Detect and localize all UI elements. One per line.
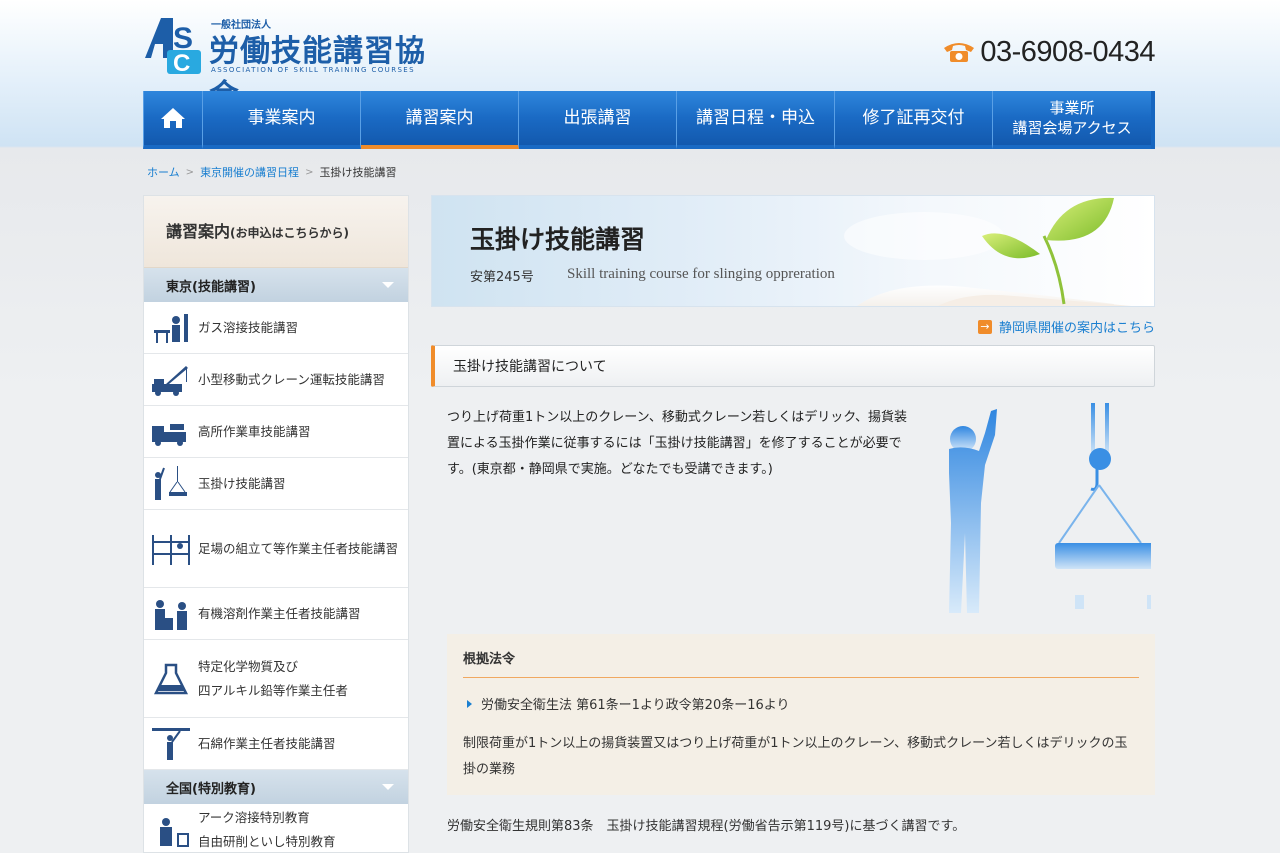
sidebar-item-label: 高所作業車技能講習 — [198, 423, 311, 439]
breadcrumb-home[interactable]: ホーム — [147, 164, 180, 180]
sidebar-item-slinging[interactable]: 玉掛け技能講習 — [144, 458, 408, 510]
sidebar-item-label-line2: 自由研削といし特別教育 — [198, 833, 336, 849]
sidebar-item-label-line1: アーク溶接特別教育 — [198, 809, 310, 825]
legal-basis-box: 根拠法令 労働安全衛生法 第61条ー1より政令第20条ー16より 制限荷重が1ト… — [447, 634, 1155, 795]
legal-basis-title: 根拠法令 — [463, 648, 1139, 678]
sidebar-item-label: 足場の組立て等作業主任者技能講習 — [198, 540, 399, 556]
welder-icon — [154, 313, 188, 343]
chevron-down-icon — [382, 784, 394, 790]
asc-logo-mark-icon: S C — [145, 18, 201, 74]
sidebar-title: 講習案内 — [166, 222, 231, 241]
sidebar-item-label-line1: 特定化学物質及び — [198, 658, 299, 674]
scaffold-icon — [152, 534, 190, 565]
sidebar-item-gas-welding[interactable]: ガス溶接技能講習 — [144, 302, 408, 354]
nav-business[interactable]: 事業案内 — [203, 91, 361, 149]
sidebar-item-organic-solvent[interactable]: 有機溶剤作業主任者技能講習 — [144, 588, 408, 640]
breadcrumb: ホーム > 東京開催の講習日程 > 玉掛け技能講習 — [147, 164, 396, 180]
bullet-arrow-icon — [467, 699, 472, 708]
phone-icon — [944, 43, 975, 62]
sidebar-item-label: 特定化学物質及び 四アルキル鉛等作業主任者 — [198, 655, 348, 703]
sidebar-category-label: 東京(技能講習) — [166, 279, 256, 295]
sidebar-item-scaffold[interactable]: 足場の組立て等作業主任者技能講習 — [144, 510, 408, 588]
sidebar-item-label: 石綿作業主任者技能講習 — [198, 735, 336, 751]
shizuoka-link-label: 静岡県開催の案内はこちら — [998, 321, 1155, 336]
sidebar-title-sub: (お申込はこちらから) — [230, 226, 349, 240]
org-name-en: ASSOCIATION OF SKILL TRAINING COURSES — [211, 66, 415, 74]
sidebar-item-label: 有機溶剤作業主任者技能講習 — [198, 605, 361, 621]
arc-welder-icon — [160, 817, 189, 847]
breadcrumb-sep: > — [305, 166, 314, 178]
nav-home[interactable] — [143, 91, 203, 149]
mobile-crane-icon — [152, 365, 188, 396]
sidebar-item-label: 小型移動式クレーン運転技能講習 — [198, 371, 385, 387]
sidebar-item-label: 玉掛け技能講習 — [198, 475, 286, 491]
slinging-illustration-image — [949, 403, 1151, 613]
course-number: 安第245号 — [470, 270, 534, 285]
sidebar-item-label: アーク溶接特別教育 自由研削といし特別教育 — [198, 806, 336, 853]
nav-access-line2: 講習会場アクセス — [1012, 119, 1132, 137]
intro-text: つり上げ荷重1トン以上のクレーン、移動式クレーン若しくはデリック、揚貨装置による… — [447, 410, 908, 477]
sidebar-item-arc-welding[interactable]: アーク溶接特別教育 自由研削といし特別教育 — [144, 804, 408, 853]
nav-courses[interactable]: 講習案内 — [361, 91, 519, 149]
asbestos-worker-icon — [152, 727, 190, 760]
site-logo[interactable]: S C 一般社団法人 労働技能講習協会 ASSOCIATION OF SKILL… — [143, 14, 453, 113]
svg-text:C: C — [173, 50, 190, 74]
regulation-note: 労働安全衛生規則第83条 玉掛け技能講習規程(労働省告示第119号)に基づく講習… — [447, 819, 966, 834]
nav-onsite[interactable]: 出張講習 — [519, 91, 677, 149]
aerial-truck-icon — [152, 423, 186, 446]
sidebar-item-label-line2: 四アルキル鉛等作業主任者 — [198, 682, 348, 698]
nav-access-line1: 事業所 — [1049, 99, 1095, 117]
breadcrumb-sep: > — [185, 166, 195, 178]
nav-reissue[interactable]: 修了証再交付 — [835, 91, 993, 149]
global-nav: 事業案内 講習案内 出張講習 講習日程・申込 修了証再交付 事業所 講習会場アク… — [143, 91, 1155, 149]
sidebar-category-national[interactable]: 全国(特別教育) — [144, 770, 408, 804]
slinging-worker-icon — [155, 465, 187, 500]
sidebar: 講習案内(お申込はこちらから) 東京(技能講習) ガス溶接技能講習 小型移動式ク… — [143, 195, 409, 853]
breadcrumb-parent[interactable]: 東京開催の講習日程 — [200, 164, 299, 180]
legal-basis-link-label: 労働安全衛生法 第61条ー1より政令第20条ー16より — [481, 698, 790, 713]
nav-access[interactable]: 事業所 講習会場アクセス — [993, 91, 1151, 149]
sidebar-item-mobile-crane[interactable]: 小型移動式クレーン運転技能講習 — [144, 354, 408, 406]
course-banner: 玉掛け技能講習 安第245号 Skill training course for… — [431, 195, 1155, 307]
sidebar-item-label: ガス溶接技能講習 — [198, 319, 299, 335]
breadcrumb-current: 玉掛け技能講習 — [319, 166, 397, 179]
nav-schedule[interactable]: 講習日程・申込 — [677, 91, 835, 149]
sidebar-category-tokyo[interactable]: 東京(技能講習) — [144, 268, 408, 302]
course-title-en: Skill training course for slinging oppre… — [567, 266, 835, 282]
sidebar-item-aerial-work[interactable]: 高所作業車技能講習 — [144, 406, 408, 458]
sidebar-header: 講習案内(お申込はこちらから) — [144, 196, 408, 268]
section-heading: 玉掛け技能講習について — [431, 345, 1155, 387]
legal-basis-text: 制限荷重が1トン以上の揚貨装置又はつり上げ荷重が1トン以上のクレーン、移動式クレ… — [463, 736, 1128, 777]
phone-number: 03-6908-0434 — [980, 35, 1155, 68]
course-title: 玉掛け技能講習 — [470, 225, 646, 254]
arrow-right-icon: → — [977, 319, 992, 334]
chevron-down-icon — [382, 282, 394, 288]
home-icon — [161, 108, 185, 128]
workers-icon — [155, 599, 187, 630]
leaf-hand-image — [844, 197, 1132, 306]
sidebar-item-asbestos[interactable]: 石綿作業主任者技能講習 — [144, 718, 408, 770]
phone-contact[interactable]: 03-6908-0434 — [942, 34, 1155, 70]
main-content: 玉掛け技能講習 安第245号 Skill training course for… — [431, 195, 1155, 834]
shizuoka-link[interactable]: → 静岡県開催の案内はこちら — [977, 317, 1155, 336]
legal-basis-link[interactable]: 労働安全衛生法 第61条ー1より政令第20条ー16より — [463, 694, 1139, 713]
flask-icon — [153, 663, 189, 694]
sidebar-category-label: 全国(特別教育) — [166, 781, 256, 797]
sidebar-item-specific-chemicals[interactable]: 特定化学物質及び 四アルキル鉛等作業主任者 — [144, 640, 408, 718]
